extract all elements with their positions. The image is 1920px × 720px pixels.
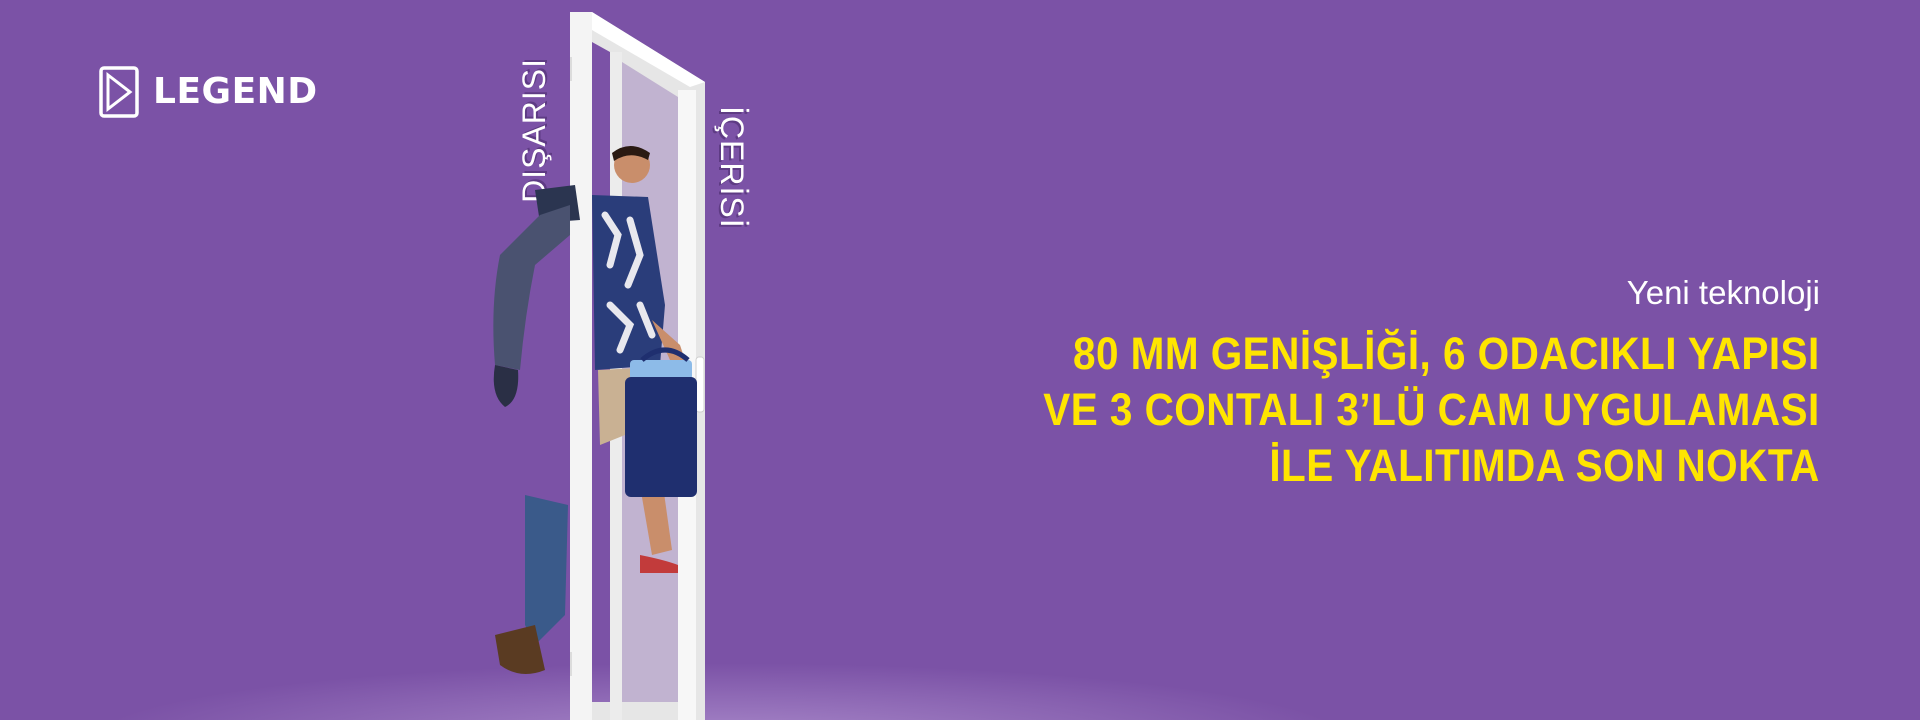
- headline-line-3: İLE YALITIMDA SON NOKTA: [1269, 440, 1820, 491]
- brand-name: LEGEND: [153, 71, 318, 112]
- headline-line-1: 80 MM GENİŞLİĞİ, 6 ODACIKLI YAPISI: [1073, 328, 1820, 379]
- brand-logo[interactable]: LEGEND: [99, 66, 318, 118]
- person-illustration: [493, 146, 697, 674]
- promo-copy: Yeni teknoloji 80 MM GENİŞLİĞİ, 6 ODACIK…: [957, 270, 1820, 494]
- promo-subtitle: Yeni teknoloji: [1626, 274, 1820, 311]
- hero-banner: LEGEND DIŞARISI İÇERİSİ Yeni teknoloji 8…: [0, 0, 1920, 720]
- floor-glow: [0, 560, 1920, 720]
- headline-line-2: VE 3 CONTALI 3’LÜ CAM UYGULAMASI: [1043, 384, 1820, 435]
- logo-window-icon: [99, 66, 139, 118]
